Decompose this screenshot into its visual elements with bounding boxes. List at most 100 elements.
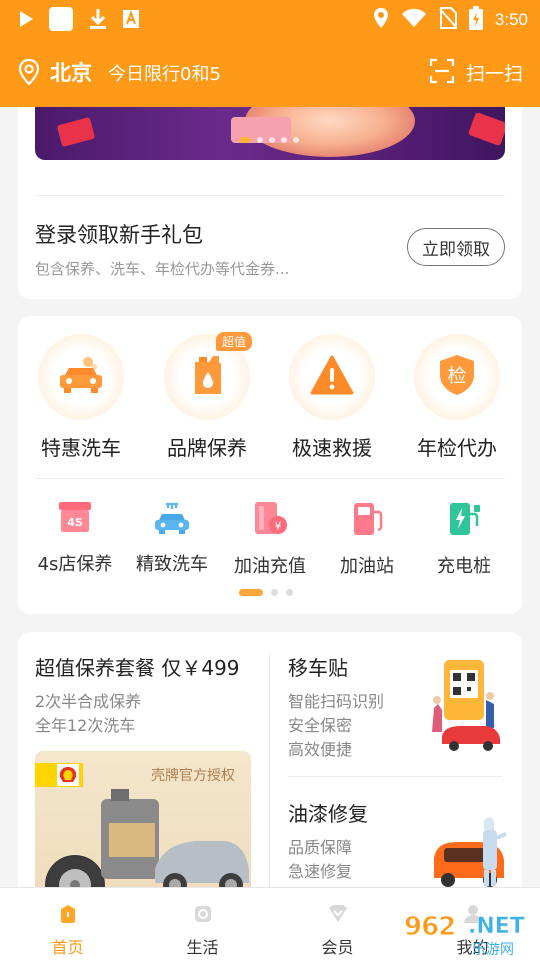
shell-package-image[interactable]: 壳牌官方授权 xyxy=(35,751,251,901)
scan-button[interactable]: 扫一扫 xyxy=(466,59,523,86)
service-inspection[interactable]: 检 年检代办 xyxy=(402,334,512,461)
package-title[interactable]: 超值保养套餐 仅￥499 xyxy=(35,652,240,681)
status-time: 3:50 xyxy=(494,10,528,29)
a-icon xyxy=(122,9,140,33)
nav-member[interactable]: 会员 xyxy=(270,888,405,960)
paint-title[interactable]: 油漆修复 xyxy=(288,798,368,827)
paint-line: 急速修复 xyxy=(288,862,353,881)
service-label: 年检代办 xyxy=(417,436,497,460)
pager-dot[interactable] xyxy=(271,589,278,596)
service-rescue[interactable]: 极速救援 xyxy=(277,334,387,461)
site-watermark: 962 .NET 乐游网 xyxy=(402,912,536,959)
wifi-icon xyxy=(401,8,427,32)
service-car-wash[interactable]: 特惠洗车 xyxy=(26,334,136,461)
pager-dot-active[interactable] xyxy=(239,589,263,596)
vertical-divider xyxy=(269,652,270,922)
banner-dot xyxy=(281,137,287,143)
services-pager xyxy=(239,589,293,596)
traffic-limit-text: 今日限行0和5 xyxy=(108,64,221,85)
divider xyxy=(35,195,505,196)
service-brand-maintenance[interactable]: 超值 品牌保养 xyxy=(152,332,262,461)
nav-label: 生活 xyxy=(186,938,219,957)
service-label: 特惠洗车 xyxy=(41,436,121,460)
package-line: 全年12次洗车 xyxy=(35,716,136,735)
status-bar: 3:50 xyxy=(0,0,540,37)
nav-home[interactable]: 首页 xyxy=(0,888,135,960)
nav-label: 首页 xyxy=(51,938,84,957)
qr-sticker-illustration[interactable] xyxy=(428,656,508,756)
banner-dot xyxy=(293,137,299,143)
sticker-title[interactable]: 移车贴 xyxy=(288,652,348,681)
sticker-line: 高效便捷 xyxy=(288,740,353,759)
watermark-domain: .NET xyxy=(468,914,525,940)
service-label: 极速救援 xyxy=(292,436,372,460)
promo-banner[interactable] xyxy=(35,107,505,160)
service-detail-wash[interactable]: 精致洗车 xyxy=(124,500,220,576)
service-label: 品牌保养 xyxy=(167,436,247,460)
sticker-line: 安全保密 xyxy=(288,716,353,735)
nav-label: 会员 xyxy=(321,938,354,957)
life-icon xyxy=(191,902,215,926)
oil-tire-car-icon xyxy=(35,781,251,901)
service-label: 4s店保养 xyxy=(37,554,113,575)
watermark-caption: 乐游网 xyxy=(472,942,514,958)
banner-dot xyxy=(269,137,275,143)
status-left-icons xyxy=(18,6,140,36)
service-icon-circle: 超值 xyxy=(164,332,252,420)
service-fuel-topup[interactable]: ¥ 加油充值 xyxy=(222,500,318,578)
inspection-icon-text: 检 xyxy=(447,365,466,387)
service-label: 加油充值 xyxy=(234,556,306,577)
banner-decor xyxy=(467,111,505,147)
service-icon-circle xyxy=(38,334,124,420)
banner-pager xyxy=(239,137,299,143)
banner-dot xyxy=(257,137,263,143)
sticker-line: 智能扫码识别 xyxy=(288,692,385,711)
home-icon xyxy=(56,902,80,926)
divider xyxy=(288,776,502,777)
gas-pump-icon xyxy=(348,503,386,542)
location-icon xyxy=(373,7,389,33)
paint-line: 品质保障 xyxy=(288,838,353,857)
oil-can-icon xyxy=(189,354,225,400)
banner-decor xyxy=(56,116,96,148)
watermark-number: 962 xyxy=(403,912,456,943)
battery-charging-icon xyxy=(468,6,483,34)
scan-icon[interactable] xyxy=(429,58,455,88)
city-selector[interactable]: 北京 xyxy=(50,57,92,87)
service-icon-circle: 检 xyxy=(414,334,500,420)
value-badge: 超值 xyxy=(215,332,252,351)
svg-text:¥: ¥ xyxy=(275,520,282,533)
service-label: 加油站 xyxy=(340,556,394,577)
pager-dot[interactable] xyxy=(286,589,293,596)
square-app-icon xyxy=(48,6,74,36)
service-icon-circle xyxy=(289,334,375,420)
service-label: 精致洗车 xyxy=(136,554,208,575)
login-gift-title: 登录领取新手礼包 xyxy=(35,223,203,247)
nav-life[interactable]: 生活 xyxy=(135,888,270,960)
download-icon xyxy=(88,8,108,34)
car-wash-icon xyxy=(58,355,104,399)
location-pin-icon[interactable] xyxy=(17,58,41,90)
services-card: 特惠洗车 超值 品牌保养 极速救援 检 年检代办 4S 4s店保养 精致洗车 ¥… xyxy=(18,316,522,614)
charging-pile-icon xyxy=(445,503,483,542)
service-4s-maintenance[interactable]: 4S 4s店保养 xyxy=(27,500,123,576)
top-header: 北京 今日限行0和5 扫一扫 xyxy=(0,37,540,107)
play-icon xyxy=(18,10,34,32)
divider xyxy=(35,478,505,479)
4s-icon-text: 4S xyxy=(67,516,83,529)
login-gift-card: 登录领取新手礼包 包含保养、洗车、年检代办等代金券... 立即领取 xyxy=(18,107,522,299)
paint-repair-illustration[interactable] xyxy=(428,808,510,896)
service-gas-station[interactable]: 加油站 xyxy=(319,500,415,578)
package-line: 2次半合成保养 xyxy=(35,692,142,711)
warning-icon xyxy=(310,355,354,399)
car-shower-icon xyxy=(152,502,192,540)
member-icon xyxy=(326,902,350,926)
claim-now-button[interactable]: 立即领取 xyxy=(407,228,505,266)
inspection-shield-icon: 检 xyxy=(437,353,477,401)
service-label: 充电桩 xyxy=(437,556,491,577)
service-charging-pile[interactable]: 充电桩 xyxy=(416,500,512,578)
fuel-card-icon: ¥ xyxy=(251,502,289,542)
banner-dot xyxy=(239,137,251,143)
status-right-icons: 3:50 xyxy=(373,6,528,34)
4s-store-icon: 4S xyxy=(56,502,94,540)
